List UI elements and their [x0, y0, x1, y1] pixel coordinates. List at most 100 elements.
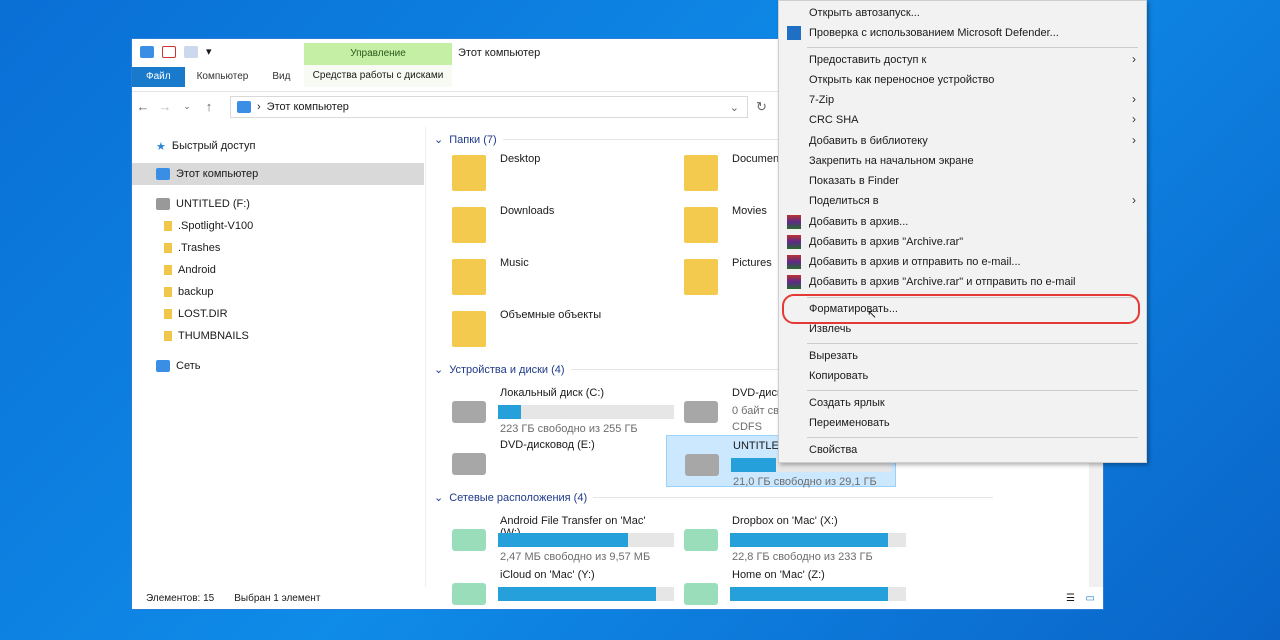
sidebar-item[interactable]: Сеть	[132, 355, 424, 377]
sidebar-item[interactable]: backup	[132, 281, 424, 303]
tiles-view-icon[interactable]: ▭	[1086, 593, 1095, 604]
menu-item[interactable]: Вырезать	[809, 350, 858, 362]
details-view-icon[interactable]: ☰	[1066, 593, 1075, 604]
sidebar-item-label: LOST.DIR	[178, 308, 228, 320]
folder-icon	[452, 155, 486, 191]
group-header[interactable]: ⌄ Сетевые расположения (4)	[434, 491, 994, 504]
drive-icon	[685, 454, 719, 476]
menu-item[interactable]: Показать в Finder	[809, 175, 899, 187]
sidebar-item[interactable]: .Spotlight-V100	[132, 215, 424, 237]
recent-chevron-icon[interactable]: ⌄	[176, 101, 198, 112]
folder-item[interactable]: Desktop	[434, 149, 664, 197]
menu-item[interactable]: Извлечь	[809, 323, 851, 335]
computer-icon	[156, 168, 170, 180]
folder-icon	[164, 265, 172, 275]
menu-item[interactable]: Добавить в архив и отправить по e-mail..…	[809, 256, 1021, 268]
sidebar-item[interactable]: .Trashes	[132, 237, 424, 259]
chevron-down-icon[interactable]: ⌄	[434, 133, 443, 146]
sidebar-item[interactable]: THUMBNAILS	[132, 325, 424, 347]
folder-item[interactable]: Downloads	[434, 201, 664, 249]
sidebar-item-label: Этот компьютер	[176, 168, 259, 180]
folder-icon	[684, 259, 718, 295]
sidebar-item[interactable]: Этот компьютер	[132, 163, 424, 185]
sidebar-item-label: Android	[178, 264, 216, 276]
menu-item[interactable]: Создать ярлык	[809, 397, 885, 409]
manage-tab[interactable]: Управление	[304, 43, 452, 65]
forward-icon[interactable]: →	[154, 99, 176, 114]
menu-item[interactable]: Открыть как переносное устройство	[809, 74, 994, 86]
drive-name: iCloud on 'Mac' (Y:)	[500, 569, 595, 581]
drive-name: Home on 'Mac' (Z:)	[732, 569, 825, 581]
drive-item[interactable]: DVD-дисковод (E:)	[434, 435, 664, 487]
chevron-down-icon[interactable]: ⌄	[434, 363, 443, 376]
folder-item[interactable]: Music	[434, 253, 664, 301]
winrar-icon	[787, 235, 801, 249]
tab-view[interactable]: Вид	[260, 67, 302, 87]
group-title: Устройства и диски (4)	[449, 363, 565, 376]
chevron-right-icon: ›	[1132, 92, 1136, 106]
usage-fill	[498, 533, 629, 547]
divider	[593, 497, 994, 498]
drive-name: Локальный диск (C:)	[500, 387, 605, 399]
menu-separator	[807, 47, 1138, 48]
menu-item[interactable]: Открыть автозапуск...	[809, 7, 920, 19]
menu-item[interactable]: Копировать	[809, 370, 868, 382]
folder-name: Pictures	[732, 257, 772, 269]
menu-separator	[807, 390, 1138, 391]
network-icon	[156, 360, 170, 372]
quick-access-toolbar: ▾	[140, 45, 212, 58]
address-bar[interactable]: › Этот компьютер ⌄	[230, 96, 748, 118]
menu-item[interactable]: Предоставить доступ к	[809, 54, 926, 66]
menu-item[interactable]: Закрепить на начальном экране	[809, 155, 974, 167]
tab-computer[interactable]: Компьютер	[185, 67, 261, 87]
drive-icon	[452, 529, 486, 551]
menu-item[interactable]: Добавить в архив...	[809, 216, 908, 228]
drive-name: Dropbox on 'Mac' (X:)	[732, 515, 838, 527]
tab-disk-tools[interactable]: Средства работы с дисками	[304, 65, 452, 87]
drive-item[interactable]: Dropbox on 'Mac' (X:) 22,8 ГБ свободно из…	[666, 511, 906, 563]
computer-icon	[140, 45, 154, 58]
refresh-icon[interactable]: ↻	[756, 99, 767, 115]
new-folder-icon[interactable]	[184, 45, 198, 58]
filesystem: CDFS	[732, 421, 762, 433]
folder-item[interactable]: Объемные объекты	[434, 305, 664, 353]
menu-item[interactable]: Проверка с использованием Microsoft Defe…	[809, 27, 1059, 39]
sidebar-item[interactable]: Android	[132, 259, 424, 281]
chevron-down-icon[interactable]: ⌄	[730, 101, 739, 114]
customize-dropdown-icon[interactable]: ▾	[206, 45, 212, 58]
folder-icon	[164, 331, 172, 341]
chevron-right-icon: ›	[1132, 112, 1136, 126]
drive-item[interactable]: Android File Transfer on 'Mac' (W:)2,47 …	[434, 511, 674, 563]
menu-item[interactable]: Переименовать	[809, 417, 890, 429]
up-icon[interactable]: ↑	[198, 99, 220, 114]
back-icon[interactable]: ←	[132, 99, 154, 114]
drive-info: 22,8 ГБ свободно из 233 ГБ	[732, 551, 873, 563]
tab-file[interactable]: Файл	[132, 67, 185, 87]
highlight-annotation	[782, 294, 1140, 324]
folder-name: Downloads	[500, 205, 555, 217]
menu-item[interactable]: Добавить в архив "Archive.rar" и отправи…	[809, 276, 1075, 288]
star-icon: ★	[156, 140, 166, 153]
drive-info: 0 байт сво	[732, 405, 785, 417]
sidebar-item[interactable]: ★ Быстрый доступ	[132, 135, 424, 157]
folder-name: Music	[500, 257, 529, 269]
sidebar-item[interactable]: LOST.DIR	[132, 303, 424, 325]
properties-icon[interactable]	[162, 45, 176, 58]
status-bar: Элементов: 15 Выбран 1 элемент ☰ ▭	[132, 587, 1103, 609]
menu-item[interactable]: Добавить в архив "Archive.rar"	[809, 236, 963, 248]
drive-item[interactable]: Локальный диск (C:) 223 ГБ свободно из 25…	[434, 383, 674, 435]
defender-shield-icon	[787, 26, 801, 40]
folder-name: Desktop	[500, 153, 541, 165]
item-count: Элементов: 15	[146, 592, 215, 604]
menu-item[interactable]: Поделиться в	[809, 195, 879, 207]
usage-bar	[498, 405, 674, 419]
chevron-down-icon[interactable]: ⌄	[434, 491, 443, 504]
sidebar-item-label: Быстрый доступ	[171, 140, 256, 152]
menu-item[interactable]: Добавить в библиотеку	[809, 135, 928, 147]
menu-item[interactable]: Свойства	[809, 444, 857, 456]
drive-icon	[452, 453, 486, 475]
menu-item[interactable]: CRC SHA	[809, 114, 859, 126]
menu-item[interactable]: 7-Zip	[809, 94, 834, 106]
sidebar-item[interactable]: UNTITLED (F:)	[132, 193, 424, 215]
context-menu: Открыть автозапуск... Проверка с использо…	[778, 0, 1147, 463]
